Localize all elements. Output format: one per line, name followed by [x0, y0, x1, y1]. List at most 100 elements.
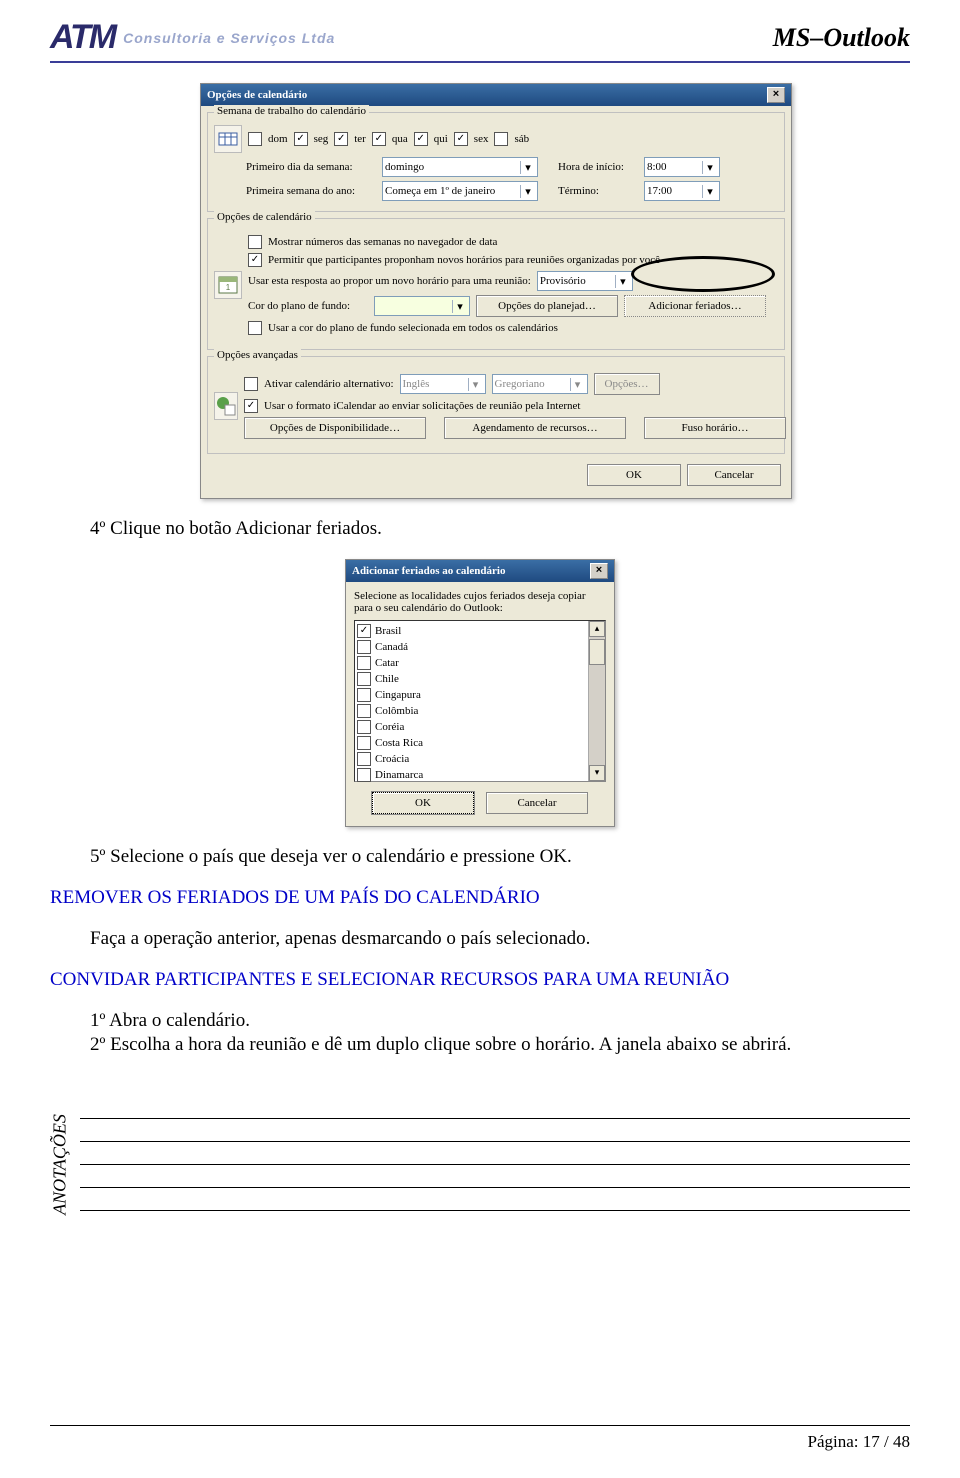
- logo-tagline: Consultoria e Serviços Ltda: [123, 30, 335, 46]
- label-sab: sáb: [514, 133, 529, 145]
- planner-options-button[interactable]: Opções do planejad…: [476, 295, 618, 317]
- list-item: Croácia: [357, 751, 586, 767]
- checkbox-weeknums[interactable]: [248, 235, 262, 249]
- scrollbar[interactable]: ▴ ▾: [588, 621, 605, 781]
- remove-instruction: Faça a operação anterior, apenas desmarc…: [90, 928, 910, 950]
- checkbox-seg[interactable]: ✓: [294, 132, 308, 146]
- chevron-down-icon: ▾: [615, 275, 630, 288]
- checkbox-qui[interactable]: ✓: [414, 132, 428, 146]
- step-1b-text: 1º Abra o calendário.: [90, 1010, 910, 1032]
- chevron-down-icon: ▾: [520, 161, 535, 174]
- cancel-button[interactable]: Cancelar: [486, 792, 588, 814]
- checkbox-country[interactable]: [357, 640, 371, 654]
- timezone-button[interactable]: Fuso horário…: [644, 417, 786, 439]
- list-item: Cingapura: [357, 687, 586, 703]
- checkbox-country[interactable]: [357, 704, 371, 718]
- page-number: Página: 17 / 48: [808, 1432, 910, 1452]
- brand-logo: ATM Consultoria e Serviços Ltda: [50, 18, 335, 57]
- label-qua: qua: [392, 133, 408, 145]
- dropdown-caltype: Gregoriano▾: [492, 374, 588, 394]
- document-title: MS–Outlook: [773, 23, 910, 53]
- calendar-page-icon: 1: [214, 271, 242, 299]
- step-5-text: 5º Selecione o país que deseja ver o cal…: [90, 846, 910, 868]
- chevron-down-icon: ▾: [452, 300, 467, 313]
- label-bgcolor: Cor do plano de fundo:: [248, 300, 368, 312]
- dropdown-response[interactable]: Provisório▾: [537, 271, 633, 291]
- scroll-down-icon[interactable]: ▾: [589, 765, 605, 781]
- checkbox-country[interactable]: [357, 736, 371, 750]
- chevron-down-icon: ▾: [702, 185, 717, 198]
- heading-remove-holidays: REMOVER OS FERIADOS DE UM PAÍS DO CALEND…: [50, 887, 910, 909]
- checkbox-altcal[interactable]: [244, 377, 258, 391]
- logo-mark: ATM: [50, 18, 115, 57]
- checkbox-ical[interactable]: ✓: [244, 399, 258, 413]
- checkbox-dom[interactable]: [248, 132, 262, 146]
- dropdown-start-time[interactable]: 8:00▾: [644, 157, 720, 177]
- availability-button[interactable]: Opções de Disponibilidade…: [244, 417, 426, 439]
- checkbox-bgall[interactable]: [248, 321, 262, 335]
- list-item: ✓Brasil: [357, 623, 586, 639]
- calendar-options-dialog: Opções de calendário × Semana de trabalh…: [200, 83, 792, 499]
- checkbox-country[interactable]: [357, 672, 371, 686]
- checkbox-country[interactable]: [357, 656, 371, 670]
- workweek-group: Semana de trabalho do calendário dom ✓se…: [207, 112, 785, 212]
- close-icon[interactable]: ×: [590, 563, 608, 579]
- label-propose: Permitir que participantes proponham nov…: [268, 254, 660, 266]
- label-altcal: Ativar calendário alternativo:: [264, 378, 394, 390]
- label-firstweek: Primeira semana do ano:: [246, 185, 376, 197]
- chevron-down-icon: ▾: [468, 378, 483, 391]
- country-listbox[interactable]: ✓Brasil Canadá Catar Chile Cingapura Col…: [354, 620, 606, 782]
- label-seg: seg: [314, 133, 329, 145]
- dropdown-lang: Inglês▾: [400, 374, 486, 394]
- checkbox-qua[interactable]: ✓: [372, 132, 386, 146]
- checkbox-ter[interactable]: ✓: [334, 132, 348, 146]
- label-response: Usar esta resposta ao propor um novo hor…: [248, 275, 531, 287]
- add-holidays-dialog: Adicionar feriados ao calendário × Selec…: [345, 559, 615, 827]
- checkbox-country[interactable]: [357, 720, 371, 734]
- dropdown-end-time[interactable]: 17:00▾: [644, 181, 720, 201]
- label-dom: dom: [268, 133, 288, 145]
- dropdown-firstday[interactable]: domingo▾: [382, 157, 538, 177]
- calendar-icon: [214, 125, 242, 153]
- globe-calendar-icon: [214, 392, 238, 420]
- calendar-opts-group: Opções de calendário 1 Mostrar números d…: [207, 218, 785, 350]
- close-icon[interactable]: ×: [767, 87, 785, 103]
- add-holidays-button[interactable]: Adicionar feriados…: [624, 295, 766, 317]
- dialog-title: Adicionar feriados ao calendário: [352, 565, 505, 577]
- list-item: Catar: [357, 655, 586, 671]
- label-sex: sex: [474, 133, 489, 145]
- header-rule: [50, 61, 910, 63]
- dropdown-firstweek[interactable]: Começa em 1º de janeiro▾: [382, 181, 538, 201]
- advanced-group: Opções avançadas Ativar calendário alter…: [207, 356, 785, 454]
- annotations-label: ANOTAÇÕES: [50, 1155, 71, 1175]
- checkbox-propose[interactable]: ✓: [248, 253, 262, 267]
- svg-text:1: 1: [226, 283, 231, 292]
- cancel-button[interactable]: Cancelar: [687, 464, 781, 486]
- chevron-down-icon: ▾: [570, 378, 585, 391]
- label-bgall: Usar a cor do plano de fundo selecionada…: [268, 322, 558, 334]
- group-label: Semana de trabalho do calendário: [214, 105, 369, 117]
- scroll-thumb[interactable]: [589, 639, 605, 665]
- dialog-titlebar: Adicionar feriados ao calendário ×: [346, 560, 614, 582]
- dropdown-bgcolor[interactable]: ▾: [374, 296, 470, 316]
- chevron-down-icon: ▾: [520, 185, 535, 198]
- checkbox-country[interactable]: ✓: [357, 624, 371, 638]
- checkbox-sex[interactable]: ✓: [454, 132, 468, 146]
- ok-button[interactable]: OK: [587, 464, 681, 486]
- footer-rule: [50, 1425, 910, 1426]
- ok-button[interactable]: OK: [372, 792, 474, 814]
- checkbox-country[interactable]: [357, 688, 371, 702]
- resource-scheduling-button[interactable]: Agendamento de recursos…: [444, 417, 626, 439]
- list-item: Canadá: [357, 639, 586, 655]
- annotations-area: ANOTAÇÕES: [50, 1096, 910, 1233]
- label-end-time: Término:: [558, 185, 638, 197]
- checkbox-country[interactable]: [357, 768, 371, 782]
- list-item: Chile: [357, 671, 586, 687]
- label-qui: qui: [434, 133, 448, 145]
- scroll-up-icon[interactable]: ▴: [589, 621, 605, 637]
- label-ter: ter: [354, 133, 366, 145]
- checkbox-sab[interactable]: [494, 132, 508, 146]
- dialog-title: Opções de calendário: [207, 89, 307, 101]
- group-label: Opções avançadas: [214, 349, 301, 361]
- checkbox-country[interactable]: [357, 752, 371, 766]
